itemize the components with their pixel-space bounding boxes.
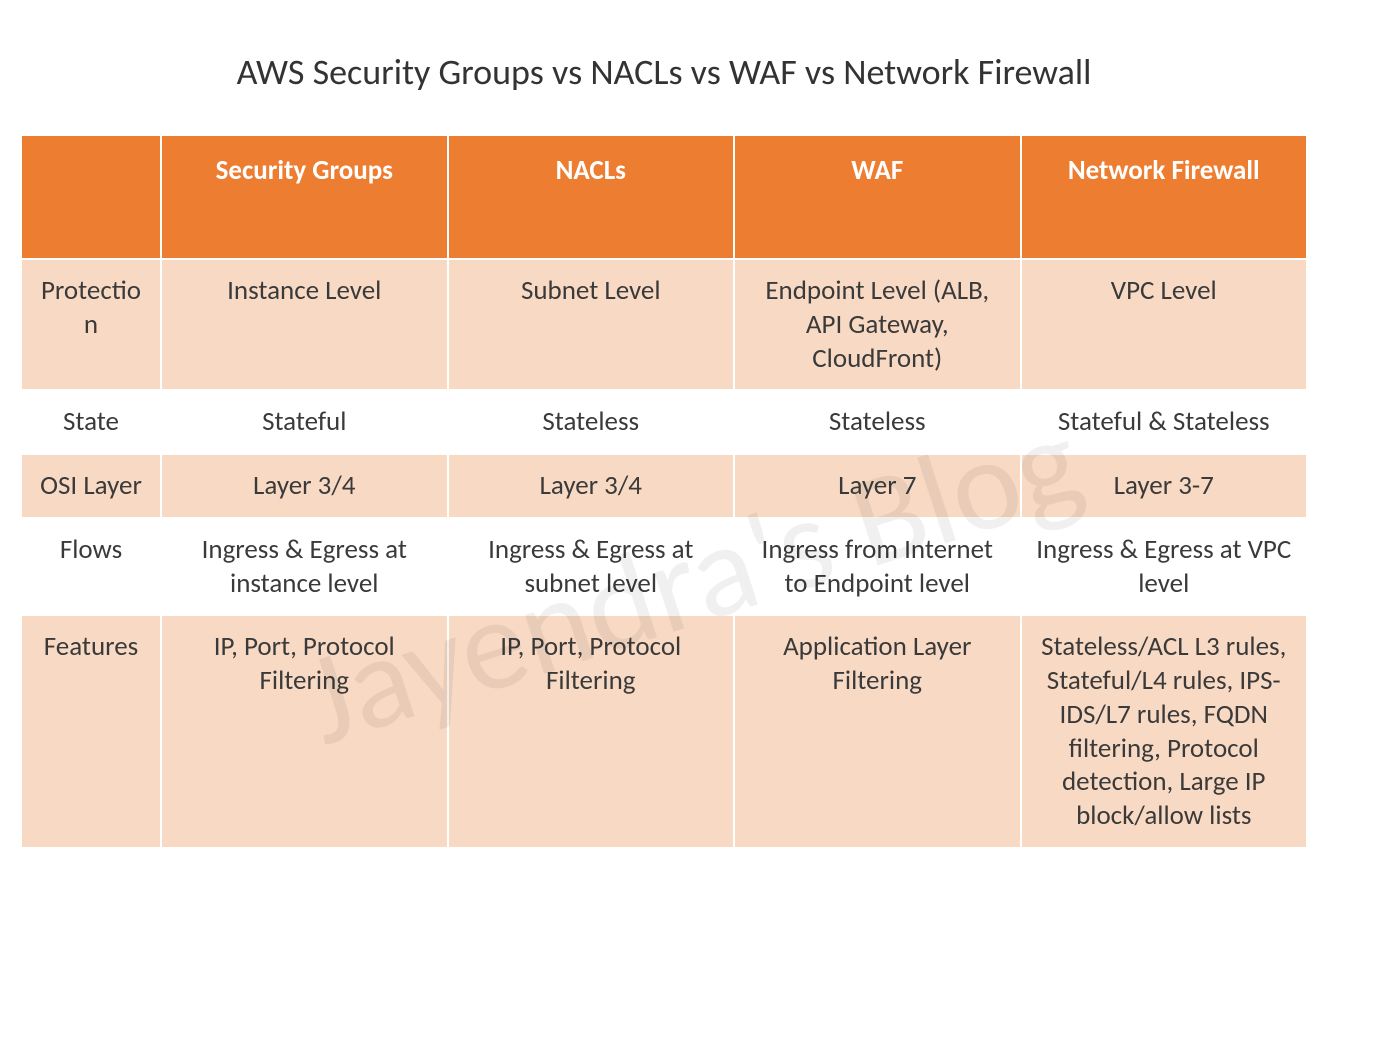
cell: Ingress & Egress at subnet level: [448, 518, 735, 616]
table-header-row: Security Groups NACLs WAF Network Firewa…: [21, 135, 1307, 259]
comparison-table: Security Groups NACLs WAF Network Firewa…: [20, 134, 1308, 849]
cell: Application Layer Filtering: [734, 615, 1021, 848]
row-label: State: [21, 390, 161, 454]
row-label: OSI Layer: [21, 454, 161, 518]
cell: Layer 7: [734, 454, 1021, 518]
table-row: State Stateful Stateless Stateless State…: [21, 390, 1307, 454]
cell: Stateful & Stateless: [1021, 390, 1308, 454]
cell: Stateless/ACL L3 rules, Stateful/L4 rule…: [1021, 615, 1308, 848]
table-row: Features IP, Port, Protocol Filtering IP…: [21, 615, 1307, 848]
header-nacls: NACLs: [448, 135, 735, 259]
row-label: Features: [21, 615, 161, 848]
cell: Ingress & Egress at VPC level: [1021, 518, 1308, 616]
header-security-groups: Security Groups: [161, 135, 448, 259]
cell: Subnet Level: [448, 259, 735, 390]
cell: Stateful: [161, 390, 448, 454]
table-row: Protection Instance Level Subnet Level E…: [21, 259, 1307, 390]
cell: Ingress & Egress at instance level: [161, 518, 448, 616]
cell: Layer 3/4: [448, 454, 735, 518]
header-network-firewall: Network Firewall: [1021, 135, 1308, 259]
row-label: Flows: [21, 518, 161, 616]
cell: Endpoint Level (ALB, API Gateway, CloudF…: [734, 259, 1021, 390]
header-waf: WAF: [734, 135, 1021, 259]
table-row: Flows Ingress & Egress at instance level…: [21, 518, 1307, 616]
page-title: AWS Security Groups vs NACLs vs WAF vs N…: [20, 50, 1308, 94]
cell: Layer 3-7: [1021, 454, 1308, 518]
cell: IP, Port, Protocol Filtering: [161, 615, 448, 848]
cell: Stateless: [448, 390, 735, 454]
cell: VPC Level: [1021, 259, 1308, 390]
cell: Instance Level: [161, 259, 448, 390]
table-row: OSI Layer Layer 3/4 Layer 3/4 Layer 7 La…: [21, 454, 1307, 518]
cell: Layer 3/4: [161, 454, 448, 518]
cell: Ingress from Internet to Endpoint level: [734, 518, 1021, 616]
page: Jayendra's Blog AWS Security Groups vs N…: [0, 0, 1383, 1052]
row-label: Protection: [21, 259, 161, 390]
cell: IP, Port, Protocol Filtering: [448, 615, 735, 848]
cell: Stateless: [734, 390, 1021, 454]
header-blank: [21, 135, 161, 259]
